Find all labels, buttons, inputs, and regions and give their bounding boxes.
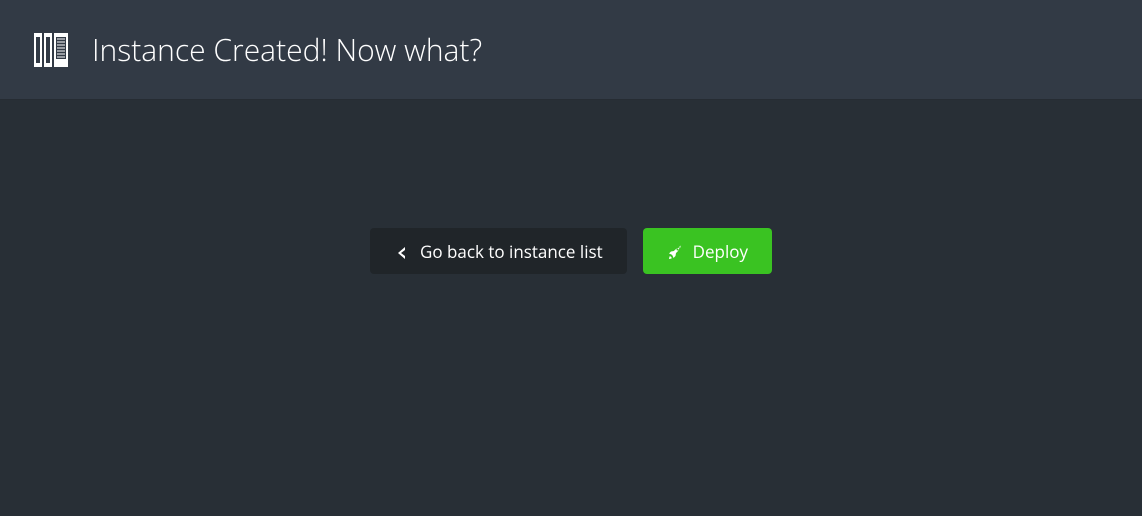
library-icon — [30, 29, 72, 71]
chevron-left-icon — [394, 243, 410, 259]
deploy-button[interactable]: Deploy — [643, 228, 772, 274]
rocket-icon — [667, 243, 683, 259]
deploy-button-label: Deploy — [693, 240, 748, 263]
page-title: Instance Created! Now what? — [92, 29, 482, 70]
page-header: Instance Created! Now what? — [0, 0, 1142, 100]
back-button-label: Go back to instance list — [420, 240, 603, 263]
content-area: Go back to instance list Deploy — [0, 100, 1142, 274]
back-button[interactable]: Go back to instance list — [370, 228, 627, 274]
